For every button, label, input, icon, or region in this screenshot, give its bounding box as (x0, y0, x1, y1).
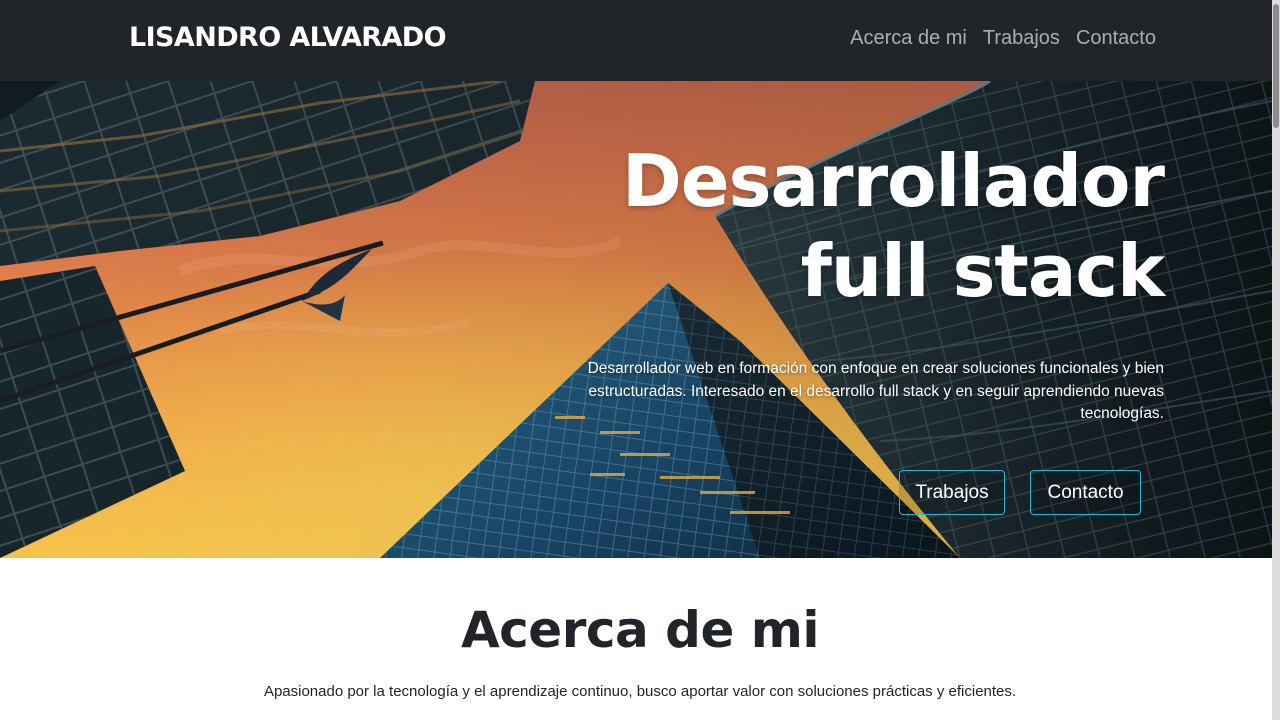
about-text: Apasionado por la tecnología y el aprend… (263, 683, 1017, 700)
contacto-button[interactable]: Contacto (1030, 470, 1141, 515)
nav-link-contacto[interactable]: Contacto (1076, 27, 1156, 50)
hero-description: Desarrollador web en formación con enfoq… (587, 360, 1164, 422)
hero-section: Desarrollador full stack Desarrollador w… (0, 81, 1272, 558)
brand-logo-text[interactable]: LISANDRO ALVARADO (129, 22, 447, 53)
hero-title-line-1: Desarrollador (622, 139, 1165, 223)
trabajos-button[interactable]: Trabajos (899, 470, 1005, 515)
hero-title: Desarrollador full stack (544, 136, 1165, 316)
scrollbar[interactable] (1272, 0, 1280, 720)
scrollbar-thumb[interactable] (1273, 4, 1279, 128)
nav-link-trabajos[interactable]: Trabajos (983, 27, 1060, 50)
about-title: Acerca de mi (460, 601, 820, 659)
nav-link-acerca[interactable]: Acerca de mi (850, 27, 967, 50)
navbar: LISANDRO ALVARADO Acerca de mi Trabajos … (0, 0, 1280, 81)
hero-title-line-2: full stack (800, 229, 1165, 313)
nav-links: Acerca de mi Trabajos Contacto (850, 27, 1156, 50)
